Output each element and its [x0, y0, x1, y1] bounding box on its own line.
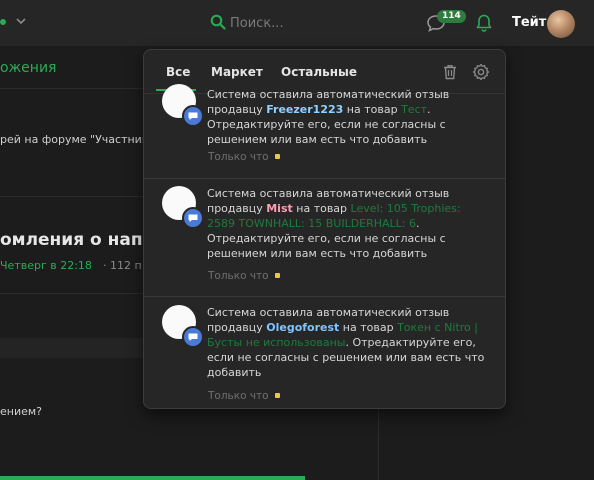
chat-icon — [188, 333, 198, 341]
chevron-down-icon[interactable] — [15, 15, 27, 27]
notification-item[interactable]: Система оставила автоматический отзыв пр… — [144, 179, 505, 296]
time-text: Только что — [208, 151, 269, 163]
bg-section-title[interactable]: ожения — [0, 60, 56, 76]
search-icon[interactable] — [210, 14, 226, 30]
status-dot — [0, 19, 6, 25]
notification-prefix: продавцу — [207, 103, 267, 116]
product-link[interactable]: Тест — [401, 103, 427, 116]
notification-time: Только что — [208, 270, 280, 282]
bg-green-bar — [0, 476, 305, 480]
notification-prefix: продавцу — [207, 202, 267, 215]
notification-text: Система оставила автоматический отзыв пр… — [207, 305, 489, 380]
bg-divider-vertical — [378, 408, 379, 480]
chat-icon — [188, 214, 198, 222]
notification-line: Система оставила автоматический отзыв — [207, 306, 450, 319]
notification-type-icon — [182, 326, 204, 348]
bg-thread-title[interactable]: омления о напис — [0, 230, 165, 250]
time-text: Только что — [208, 270, 269, 282]
unread-marker — [274, 393, 280, 398]
seller-link[interactable]: Olegoforest — [266, 321, 339, 334]
bell-icon[interactable] — [474, 13, 494, 33]
notification-mid: на товар — [292, 202, 351, 215]
top-bar: 114 Тейт — [0, 0, 594, 46]
bg-divider — [0, 88, 143, 89]
notification-line: Система оставила автоматический отзыв — [207, 187, 450, 200]
notification-mid: на товар — [339, 321, 398, 334]
bg-thread-date[interactable]: Четверг в 22:18 — [0, 259, 92, 272]
notification-type-icon — [182, 207, 204, 229]
seller-link[interactable]: Mist — [266, 202, 293, 215]
notification-mid: на товар — [343, 103, 402, 116]
time-text: Только что — [208, 390, 269, 402]
notification-time: Только что — [208, 390, 280, 402]
notification-item[interactable]: Система оставила автоматический отзыв пр… — [144, 297, 505, 408]
bg-thread-meta: · 112 п — [103, 259, 142, 272]
bg-question-text: ением? — [0, 405, 43, 418]
messages-count-badge: 114 — [437, 10, 466, 23]
bg-strip — [0, 338, 143, 358]
bg-divider — [0, 196, 143, 197]
chat-icon — [188, 112, 198, 120]
notification-prefix: продавцу — [207, 321, 267, 334]
user-avatar[interactable] — [547, 10, 575, 38]
notification-item[interactable]: Система оставила автоматический отзыв пр… — [144, 50, 505, 178]
username[interactable]: Тейт — [512, 15, 546, 30]
notification-text: Система оставила автоматический отзыв пр… — [207, 186, 489, 261]
unread-marker — [274, 154, 280, 159]
notification-time: Только что — [208, 151, 280, 163]
bg-forum-text: рей на форуме "Участник — [0, 133, 149, 146]
notifications-dropdown: Все Маркет Остальные Система оставила ав… — [143, 49, 506, 409]
unread-marker — [274, 273, 280, 278]
notification-text: Система оставила автоматический отзыв пр… — [207, 87, 489, 147]
notification-line: Система оставила автоматический отзыв — [207, 88, 450, 101]
seller-link[interactable]: Freezer1223 — [266, 103, 343, 116]
search-input[interactable] — [230, 13, 390, 33]
notification-type-icon — [182, 105, 204, 127]
bg-divider — [0, 293, 143, 294]
